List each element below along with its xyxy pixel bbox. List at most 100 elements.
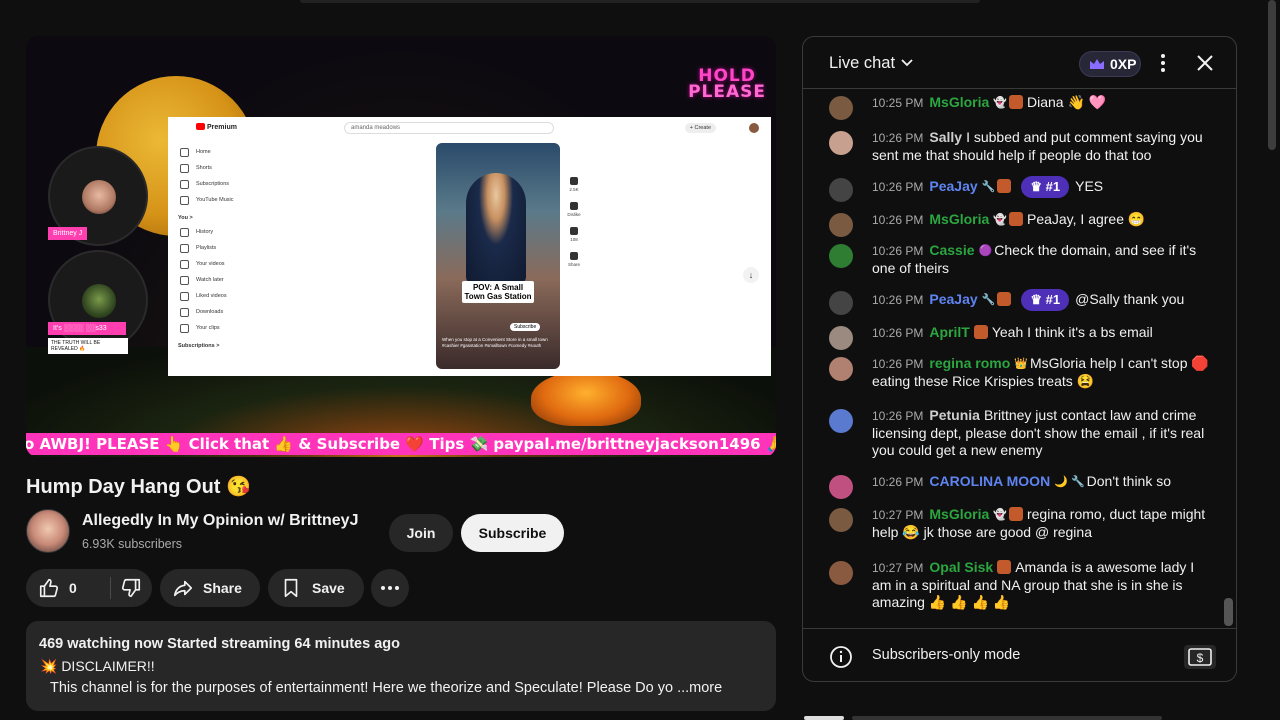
rail-comments: 108 — [570, 237, 578, 242]
member-badge-icon — [997, 292, 1012, 306]
member-badge-icon — [973, 325, 988, 339]
chat-author[interactable]: Sally — [929, 129, 962, 145]
save-button[interactable]: Save — [268, 569, 364, 607]
author-badge-icon: 🔧 — [981, 294, 996, 306]
author-badge-icon: 🌙 🔧 — [1054, 476, 1085, 488]
chat-author[interactable]: MsGloria — [929, 506, 989, 522]
chat-avatar[interactable] — [829, 561, 853, 585]
chat-author[interactable]: PeaJay — [929, 291, 977, 307]
description-disclaimer: 💥 DISCLAIMER!! — [40, 658, 155, 674]
chat-avatar[interactable] — [829, 244, 853, 268]
crown-icon — [1090, 59, 1104, 69]
chat-avatar[interactable] — [829, 326, 853, 350]
author-badge-icon: 👻 — [993, 97, 1007, 109]
like-button[interactable]: 0 — [26, 569, 106, 607]
chat-timestamp: 10:26 PM — [872, 244, 924, 258]
thumbs-up-icon — [39, 578, 59, 598]
share-button[interactable]: Share — [160, 569, 260, 607]
youtube-premium-logo: Premium — [196, 123, 237, 131]
chat-avatar[interactable] — [829, 357, 853, 381]
chat-timestamp: 10:26 PM — [872, 357, 924, 371]
video-player[interactable]: HOLD PLEASE Brittney J It's ░░░░ ░░s33 T… — [26, 36, 776, 457]
share-arrow-icon — [173, 580, 193, 597]
info-icon[interactable] — [829, 645, 853, 669]
subscribe-button[interactable]: Subscribe — [461, 514, 564, 552]
chat-timestamp: 10:27 PM — [872, 508, 924, 522]
member-badge-icon — [1008, 212, 1023, 226]
share-sidebar-item: Your clips — [178, 323, 258, 339]
like-divider — [110, 577, 111, 599]
author-badge-icon: 👑 — [1014, 358, 1028, 370]
share-sidebar-item: Subscriptions — [178, 179, 258, 195]
chat-author[interactable]: Cassie — [929, 242, 974, 258]
chat-header: Live chat 0XP — [803, 37, 1236, 89]
ticker-banner: o AWBJ! PLEASE 👆 Click that 👍 & Subscrib… — [26, 433, 776, 455]
chat-text: @Sally thank you — [1075, 291, 1185, 307]
chat-message-body: 10:26 PM Sally I subbed and put comment sa… — [872, 129, 1212, 164]
rank-badge: ♛ #1 — [1021, 289, 1070, 311]
chat-author[interactable]: PeaJay — [929, 178, 977, 194]
share-sidebar-item: Home — [178, 147, 258, 163]
share-icon — [570, 252, 578, 260]
like-count: 0 — [69, 580, 77, 596]
chat-message-body: 10:26 PM MsGloria 👻 PeaJay, I agree 😁 — [872, 211, 1212, 229]
chat-author[interactable]: AprilT — [929, 324, 969, 340]
chat-author[interactable]: Petunia — [929, 407, 980, 423]
share-sidebar-item: Shorts — [178, 163, 258, 179]
share-search-box: amanda meadows — [344, 122, 554, 134]
chat-avatar[interactable] — [829, 508, 853, 532]
chat-title-dropdown[interactable]: Live chat — [829, 54, 915, 73]
chat-footer: Subscribers-only mode $ — [803, 628, 1236, 681]
chat-author[interactable]: CAROLINA MOON — [929, 473, 1050, 489]
more-actions-button[interactable] — [371, 569, 409, 607]
share-sidebar-item: Playlists — [178, 243, 258, 259]
share-you-section: You > — [178, 215, 193, 221]
page-scrollbar[interactable] — [1268, 0, 1276, 150]
close-icon[interactable] — [1193, 51, 1217, 75]
chat-avatar[interactable] — [829, 213, 853, 237]
show-more-link[interactable]: ...more — [677, 680, 722, 696]
subscriber-count: 6.93K subscribers — [82, 537, 183, 551]
xp-badge[interactable]: 0XP — [1079, 51, 1141, 77]
chat-avatar[interactable] — [829, 178, 853, 202]
chat-avatar[interactable] — [829, 409, 853, 433]
dislike-icon — [570, 202, 578, 210]
chat-messages[interactable]: 10:25 PM MsGloria 👻 Diana 👋 🩷 10:26 PM Sally I… — [803, 90, 1228, 628]
member-badge-icon — [997, 179, 1012, 193]
super-chat-button[interactable]: $ — [1184, 645, 1216, 669]
chat-author[interactable]: regina romo — [929, 355, 1010, 371]
join-button[interactable]: Join — [389, 514, 453, 552]
like-icon — [570, 177, 578, 185]
chat-timestamp: 10:26 PM — [872, 131, 924, 145]
chat-message-body: 10:26 PM AprilT Yeah I think it's a bs ema… — [872, 324, 1212, 342]
more-vertical-icon[interactable] — [1151, 51, 1175, 75]
chat-timestamp: 10:26 PM — [872, 293, 924, 307]
subscribers-only-label: Subscribers-only mode — [872, 647, 1021, 663]
chat-text: Diana 👋 🩷 — [1026, 94, 1107, 110]
pumpkin-graphic — [531, 371, 641, 426]
share-subscriptions-section: Subscriptions > — [178, 343, 220, 349]
chat-avatar[interactable] — [829, 291, 853, 315]
video-title: Hump Day Hang Out 😘 — [26, 476, 251, 498]
chat-author[interactable]: MsGloria — [929, 94, 989, 110]
description-meta: 469 watching now Started streaming 64 mi… — [39, 636, 400, 652]
chat-author[interactable]: Opal Sisk — [929, 559, 993, 575]
chat-avatar[interactable] — [829, 96, 853, 120]
short-description: When you stop at a Convenient Store in a… — [442, 337, 548, 348]
channel-name[interactable]: Allegedly In My Opinion w/ BrittneyJ — [82, 512, 358, 530]
member-badge-icon — [1008, 507, 1023, 521]
channel-avatar[interactable] — [26, 509, 70, 553]
chat-scrollbar[interactable] — [1224, 598, 1233, 626]
host-face — [82, 180, 116, 214]
chat-avatar[interactable] — [829, 475, 853, 499]
chat-message-body: 10:27 PM Opal Sisk Amanda is a awesome lad… — [872, 559, 1212, 611]
rank-value: #1 — [1045, 292, 1061, 307]
chat-text: YES — [1075, 178, 1104, 194]
dislike-button[interactable] — [112, 569, 152, 607]
top-bar-edge — [300, 0, 980, 3]
short-person — [466, 173, 526, 283]
chat-author[interactable]: MsGloria — [929, 211, 989, 227]
share-sidebar-item: Downloads — [178, 307, 258, 323]
chat-avatar[interactable] — [829, 131, 853, 155]
description-box[interactable]: 469 watching now Started streaming 64 mi… — [26, 621, 776, 711]
